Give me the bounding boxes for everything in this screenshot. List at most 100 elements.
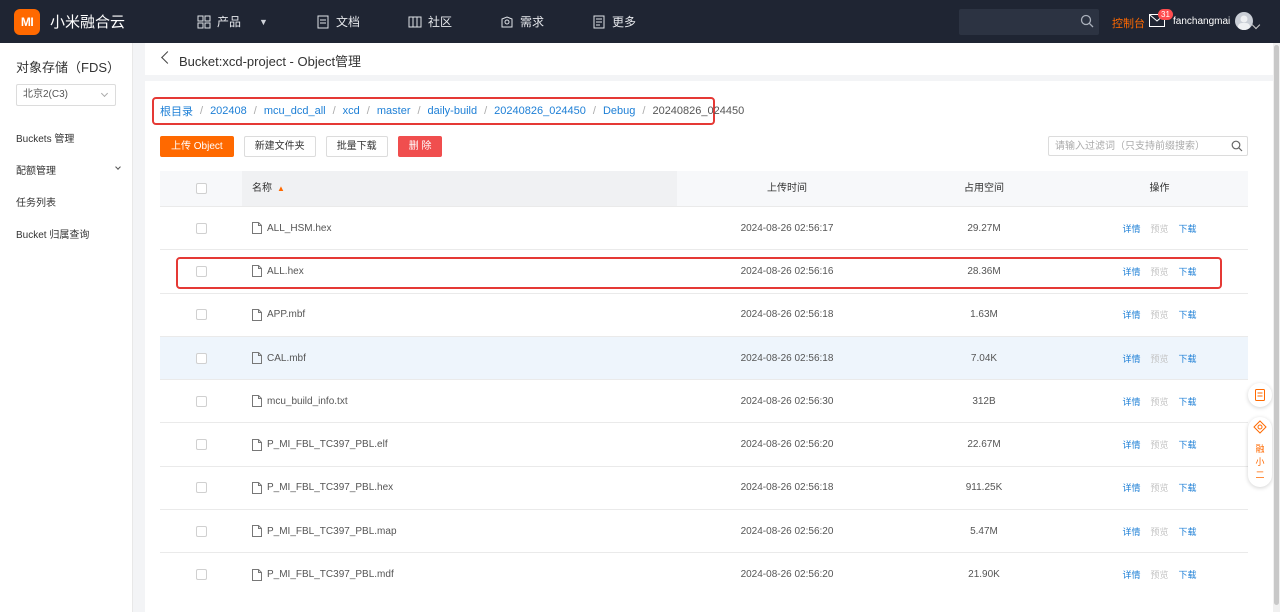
avatar[interactable]: [1235, 12, 1253, 30]
row-checkbox[interactable]: [195, 265, 207, 277]
object-name[interactable]: CAL.mbf: [267, 353, 306, 364]
search-icon[interactable]: [1080, 14, 1094, 28]
detail-link[interactable]: 详情: [1122, 352, 1140, 365]
breadcrumb-item[interactable]: 20240826_024450: [494, 105, 586, 117]
object-name-cell[interactable]: P_MI_FBL_TC397_PBL.mdf: [242, 553, 677, 595]
object-table: 名称 ▲ 上传时间 占用空间 操作 ALL_HSM.hex 2024-08-26 …: [160, 171, 1248, 596]
row-checkbox[interactable]: [195, 309, 207, 321]
table-row[interactable]: P_MI_FBL_TC397_PBL.elf 2024-08-26 02:56:2…: [160, 422, 1248, 465]
object-name-cell[interactable]: P_MI_FBL_TC397_PBL.map: [242, 510, 677, 552]
object-name-cell[interactable]: P_MI_FBL_TC397_PBL.hex: [242, 467, 677, 509]
object-name[interactable]: APP.mbf: [267, 309, 305, 320]
row-checkbox[interactable]: [195, 222, 207, 234]
download-link[interactable]: 下载: [1179, 525, 1197, 538]
page-scrollbar[interactable]: [1273, 43, 1280, 612]
feedback-button[interactable]: [1248, 383, 1272, 407]
back-arrow-icon[interactable]: [161, 51, 174, 64]
breadcrumb-item[interactable]: daily-build: [428, 105, 478, 117]
nav-item-products[interactable]: 产品 ▼: [197, 0, 268, 43]
breadcrumb-item[interactable]: mcu_dcd_all: [264, 105, 326, 117]
column-name-header[interactable]: 名称 ▲: [242, 171, 677, 206]
object-name[interactable]: ALL_HSM.hex: [267, 223, 331, 234]
object-name-cell[interactable]: CAL.mbf: [242, 337, 677, 379]
brand-logo[interactable]: MI 小米融合云: [14, 8, 126, 35]
sidebar-item-tasks[interactable]: 任务列表: [16, 194, 56, 209]
upload-object-button[interactable]: 上传 Object: [160, 136, 234, 157]
object-name[interactable]: mcu_build_info.txt: [267, 396, 348, 407]
username[interactable]: fanchangmai: [1173, 16, 1230, 27]
size-cell: 5.47M: [970, 525, 998, 537]
object-name-cell[interactable]: mcu_build_info.txt: [242, 380, 677, 422]
sidebar-item-bucket-lookup[interactable]: Bucket 归属查询: [16, 226, 89, 241]
search-icon[interactable]: [1231, 140, 1243, 152]
table-row[interactable]: P_MI_FBL_TC397_PBL.map 2024-08-26 02:56:2…: [160, 509, 1248, 552]
delete-button[interactable]: 删 除: [397, 136, 443, 157]
breadcrumb-item[interactable]: 202408: [210, 105, 247, 117]
detail-link[interactable]: 详情: [1122, 265, 1140, 278]
download-link[interactable]: 下载: [1179, 395, 1197, 408]
table-row[interactable]: mcu_build_info.txt 2024-08-26 02:56:30 312…: [160, 379, 1248, 422]
detail-link[interactable]: 详情: [1122, 222, 1140, 235]
breadcrumb-item[interactable]: Debug: [603, 105, 635, 117]
object-name[interactable]: P_MI_FBL_TC397_PBL.mdf: [267, 569, 394, 580]
batch-download-button[interactable]: 批量下载: [325, 136, 388, 157]
table-body: ALL_HSM.hex 2024-08-26 02:56:17 29.27M 详情 预览…: [160, 206, 1248, 596]
object-name[interactable]: P_MI_FBL_TC397_PBL.hex: [267, 482, 393, 493]
nav-item-more[interactable]: 更多: [592, 0, 636, 43]
console-link[interactable]: 控制台: [1112, 15, 1145, 31]
detail-link[interactable]: 详情: [1122, 438, 1140, 451]
download-link[interactable]: 下载: [1179, 481, 1197, 494]
table-row[interactable]: ALL.hex 2024-08-26 02:56:16 28.36M 详情 预览 下载: [160, 249, 1248, 292]
object-name[interactable]: P_MI_FBL_TC397_PBL.elf: [267, 439, 388, 450]
scrollbar-thumb[interactable]: [1274, 45, 1279, 605]
detail-link[interactable]: 详情: [1122, 395, 1140, 408]
sidebar-item-quota[interactable]: 配额管理: [16, 162, 124, 177]
nav-item-docs[interactable]: 文档: [316, 0, 360, 43]
object-name-cell[interactable]: P_MI_FBL_TC397_PBL.elf: [242, 423, 677, 465]
object-name-cell[interactable]: ALL.hex: [242, 250, 677, 292]
main-nav: 产品 ▼ 文档 社区 需求 更多: [197, 0, 684, 43]
row-checkbox[interactable]: [195, 439, 207, 451]
download-link[interactable]: 下载: [1179, 222, 1197, 235]
row-checkbox[interactable]: [195, 352, 207, 364]
nav-item-community[interactable]: 社区: [408, 0, 452, 43]
breadcrumb-item[interactable]: 根目录: [160, 103, 193, 119]
object-name-cell[interactable]: ALL_HSM.hex: [242, 207, 677, 249]
object-name-cell[interactable]: APP.mbf: [242, 294, 677, 336]
detail-link[interactable]: 详情: [1122, 525, 1140, 538]
region-select[interactable]: 北京2(C3): [16, 84, 116, 106]
object-name[interactable]: ALL.hex: [267, 266, 304, 277]
select-all-checkbox[interactable]: [195, 183, 207, 194]
detail-link[interactable]: 详情: [1122, 568, 1140, 581]
object-name[interactable]: P_MI_FBL_TC397_PBL.map: [267, 526, 397, 537]
download-link[interactable]: 下载: [1179, 352, 1197, 365]
download-link[interactable]: 下载: [1179, 265, 1197, 278]
sort-icon[interactable]: ▲: [277, 171, 285, 206]
detail-link[interactable]: 详情: [1122, 308, 1140, 321]
detail-link[interactable]: 详情: [1122, 481, 1140, 494]
download-link[interactable]: 下载: [1179, 308, 1197, 321]
table-row[interactable]: P_MI_FBL_TC397_PBL.hex 2024-08-26 02:56:1…: [160, 465, 1248, 509]
table-row[interactable]: APP.mbf 2024-08-26 02:56:18 1.63M 详情 预览 下载: [160, 292, 1248, 336]
row-checkbox[interactable]: [195, 525, 207, 537]
breadcrumb-item[interactable]: xcd: [343, 105, 360, 117]
sidebar-item-buckets[interactable]: Buckets 管理: [16, 130, 74, 145]
global-search-input[interactable]: [959, 9, 1099, 35]
breadcrumb-item[interactable]: master: [377, 105, 411, 117]
chevron-down-icon[interactable]: [1251, 20, 1261, 30]
row-checkbox[interactable]: [195, 395, 207, 407]
table-row[interactable]: ALL_HSM.hex 2024-08-26 02:56:17 29.27M 详情 预览…: [160, 206, 1248, 249]
brand-name: 小米融合云: [50, 14, 126, 31]
table-row[interactable]: P_MI_FBL_TC397_PBL.mdf 2024-08-26 02:56:2…: [160, 552, 1248, 595]
download-link[interactable]: 下载: [1179, 568, 1197, 581]
size-cell: 312B: [972, 395, 996, 407]
table-row[interactable]: CAL.mbf 2024-08-26 02:56:18 7.04K 详情 预览 下载: [160, 335, 1248, 380]
filter-input[interactable]: [1048, 136, 1248, 156]
row-checkbox[interactable]: [195, 482, 207, 494]
download-link[interactable]: 下载: [1179, 438, 1197, 451]
preview-link: 预览: [1150, 353, 1169, 364]
new-folder-button[interactable]: 新建文件夹: [243, 136, 316, 157]
row-checkbox[interactable]: [195, 569, 207, 581]
assistant-button[interactable]: 融 小 二: [1248, 417, 1272, 487]
nav-item-requests[interactable]: 需求: [500, 0, 544, 43]
